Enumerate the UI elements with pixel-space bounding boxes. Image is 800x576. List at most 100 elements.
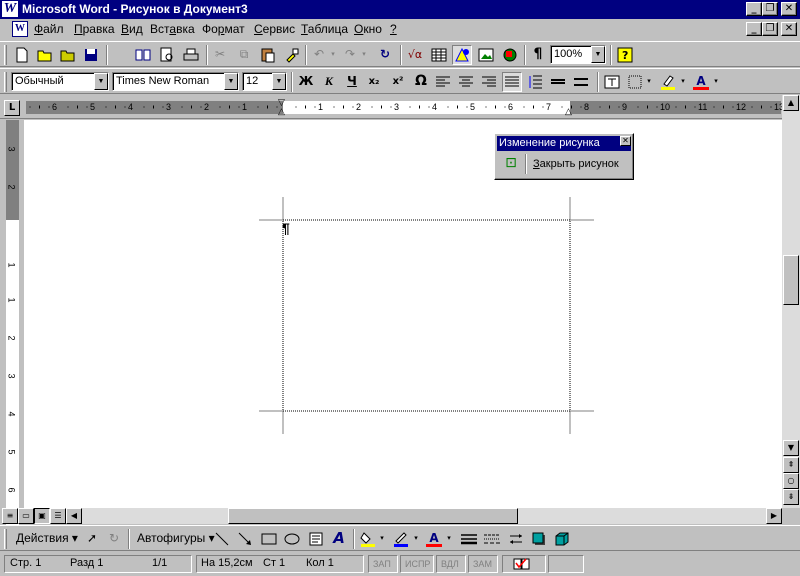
document-icon[interactable]: W <box>12 21 28 37</box>
doc-restore-button[interactable]: ❐ <box>762 22 778 36</box>
print-preview-icon[interactable] <box>157 45 177 65</box>
font-select[interactable]: Times New Roman ▼ <box>112 72 239 91</box>
select-objects-arrow-icon[interactable]: ➚ <box>82 529 102 549</box>
text-box-tool-icon[interactable] <box>306 529 326 549</box>
wordart-icon[interactable]: A <box>329 529 349 549</box>
new-document-icon[interactable] <box>12 45 32 65</box>
fill-color-bucket-icon[interactable] <box>358 529 378 549</box>
edit-picture-close-icon[interactable]: ✕ <box>620 136 631 146</box>
line-color-dropdown-chevron-icon[interactable]: ▾ <box>411 529 421 549</box>
align-left-icon[interactable] <box>433 72 453 92</box>
subscript-button[interactable]: x₂ <box>364 72 384 92</box>
toolbar-grip[interactable] <box>4 45 7 65</box>
font-dropdown-chevron-icon[interactable]: ▼ <box>224 73 238 90</box>
help-question-icon[interactable]: ? <box>615 45 635 65</box>
drawing-toggle-icon[interactable] <box>452 45 472 65</box>
superscript-button[interactable]: x² <box>388 72 408 92</box>
redo-icon[interactable]: ↷ <box>340 45 360 65</box>
menu-format[interactable]: Формат <box>202 22 245 36</box>
status-ovr[interactable]: ЗАМ <box>468 555 498 573</box>
fill-color-dropdown-chevron-icon[interactable]: ▾ <box>377 529 387 549</box>
right-indent-marker-icon[interactable]: △ <box>565 106 572 117</box>
open-folder-alt-icon[interactable] <box>58 45 78 65</box>
zoom-dropdown-chevron-icon[interactable]: ▼ <box>591 46 605 63</box>
shadow-icon[interactable] <box>529 529 549 549</box>
font-size-select[interactable]: 12 ▼ <box>242 72 287 91</box>
tab-stop-selector-button[interactable]: L <box>4 100 20 116</box>
status-ext[interactable]: ВДЛ <box>436 555 466 573</box>
italic-button[interactable]: К <box>319 72 339 92</box>
doc-close-button[interactable]: ✕ <box>781 22 797 36</box>
menu-insert[interactable]: Вставка <box>150 22 195 36</box>
next-page-icon[interactable]: ⇟ <box>783 489 799 505</box>
free-rotate-icon[interactable]: ↻ <box>104 529 124 549</box>
spacing-after-icon[interactable] <box>571 72 591 92</box>
minimize-button[interactable]: _ <box>746 2 762 16</box>
borders-icon[interactable] <box>625 72 645 92</box>
draw-font-color-dropdown-chevron-icon[interactable]: ▾ <box>444 529 454 549</box>
line-color-pen-icon[interactable] <box>391 529 411 549</box>
3d-icon[interactable] <box>552 529 572 549</box>
style-select[interactable]: Обычный ▼ <box>11 72 109 91</box>
doc-minimize-button[interactable]: _ <box>746 22 762 36</box>
draw-font-color-icon[interactable]: A <box>424 529 444 549</box>
word-app-icon[interactable]: W <box>2 1 18 17</box>
autoshapes-menu-button[interactable]: Автофигуры ▾ <box>137 531 215 545</box>
previous-page-icon[interactable]: ⇞ <box>783 457 799 473</box>
oval-tool-icon[interactable] <box>282 529 302 549</box>
restore-button[interactable]: ❐ <box>762 2 778 16</box>
cut-scissors-icon[interactable]: ✂ <box>210 45 230 65</box>
format-painter-brush-icon[interactable] <box>282 45 302 65</box>
spelling-status-book-icon[interactable] <box>502 555 546 573</box>
reset-picture-boundary-icon[interactable]: ⊡ <box>501 154 521 174</box>
size-dropdown-chevron-icon[interactable]: ▼ <box>272 73 286 90</box>
insert-picture-icon[interactable] <box>476 45 496 65</box>
align-center-icon[interactable] <box>456 72 476 92</box>
rectangle-tool-icon[interactable] <box>259 529 279 549</box>
toolbar-grip[interactable] <box>4 72 7 92</box>
spacing-before-icon[interactable] <box>548 72 568 92</box>
underline-button[interactable]: Ч <box>342 72 362 92</box>
undo-dropdown-chevron-icon[interactable]: ▾ <box>328 45 338 65</box>
toolbar-grip[interactable] <box>4 529 7 549</box>
menu-edit[interactable]: Правка <box>74 22 115 36</box>
refresh-icon[interactable]: ↻ <box>375 45 395 65</box>
horizontal-scrollbar[interactable]: ≡ ▭ ▣ ☰ ◀ ▶ <box>0 508 800 524</box>
line-style-icon[interactable] <box>459 529 479 549</box>
line-spacing-icon[interactable] <box>525 72 545 92</box>
menu-table[interactable]: Таблица <box>301 22 348 36</box>
left-indent-marker-icon[interactable]: △ <box>278 106 285 117</box>
horizontal-ruler[interactable]: L ▽ △ △ 6 5 4 3 2 1 1 2 3 4 5 6 7 8 9 10 11 12 13 <box>0 95 800 119</box>
vertical-scroll-thumb[interactable] <box>783 255 799 305</box>
close-button[interactable]: ✕ <box>781 2 797 16</box>
book-icon[interactable] <box>133 45 153 65</box>
menu-tools[interactable]: Сервис <box>254 22 295 36</box>
zoom-select[interactable]: 100% ▼ <box>550 45 606 64</box>
highlight-dropdown-chevron-icon[interactable]: ▾ <box>678 72 688 92</box>
picture-frame[interactable] <box>282 219 571 412</box>
scroll-up-arrow-icon[interactable]: ▲ <box>783 95 799 111</box>
scroll-left-arrow-icon[interactable]: ◀ <box>66 508 82 524</box>
insert-table-icon[interactable] <box>429 45 449 65</box>
save-disk-icon[interactable] <box>81 45 101 65</box>
copy-icon[interactable]: ⧉ <box>234 45 254 65</box>
text-box-icon[interactable] <box>602 72 622 92</box>
open-folder-icon[interactable] <box>35 45 55 65</box>
paste-clipboard-icon[interactable] <box>258 45 278 65</box>
web-layout-view-icon[interactable]: ▭ <box>18 508 34 524</box>
normal-view-icon[interactable]: ≡ <box>2 508 18 524</box>
font-color-dropdown-chevron-icon[interactable]: ▾ <box>711 72 721 92</box>
dash-style-icon[interactable] <box>482 529 502 549</box>
document-canvas[interactable]: ¶ <box>24 120 782 508</box>
borders-dropdown-chevron-icon[interactable]: ▾ <box>644 72 654 92</box>
show-hide-pilcrow-icon[interactable]: ¶ <box>528 45 548 65</box>
print-icon[interactable] <box>181 45 201 65</box>
font-color-icon[interactable]: A <box>691 72 711 92</box>
bold-button[interactable]: Ж <box>296 72 316 92</box>
menu-view[interactable]: Вид <box>121 22 143 36</box>
menu-window[interactable]: Окно <box>354 22 382 36</box>
edit-picture-title[interactable]: Изменение рисунка <box>497 136 631 151</box>
vertical-ruler[interactable]: 3 2 1 1 2 3 4 5 6 <box>0 120 24 530</box>
symbol-omega-button[interactable]: Ω <box>411 72 431 92</box>
menu-help[interactable]: ? <box>390 22 397 36</box>
